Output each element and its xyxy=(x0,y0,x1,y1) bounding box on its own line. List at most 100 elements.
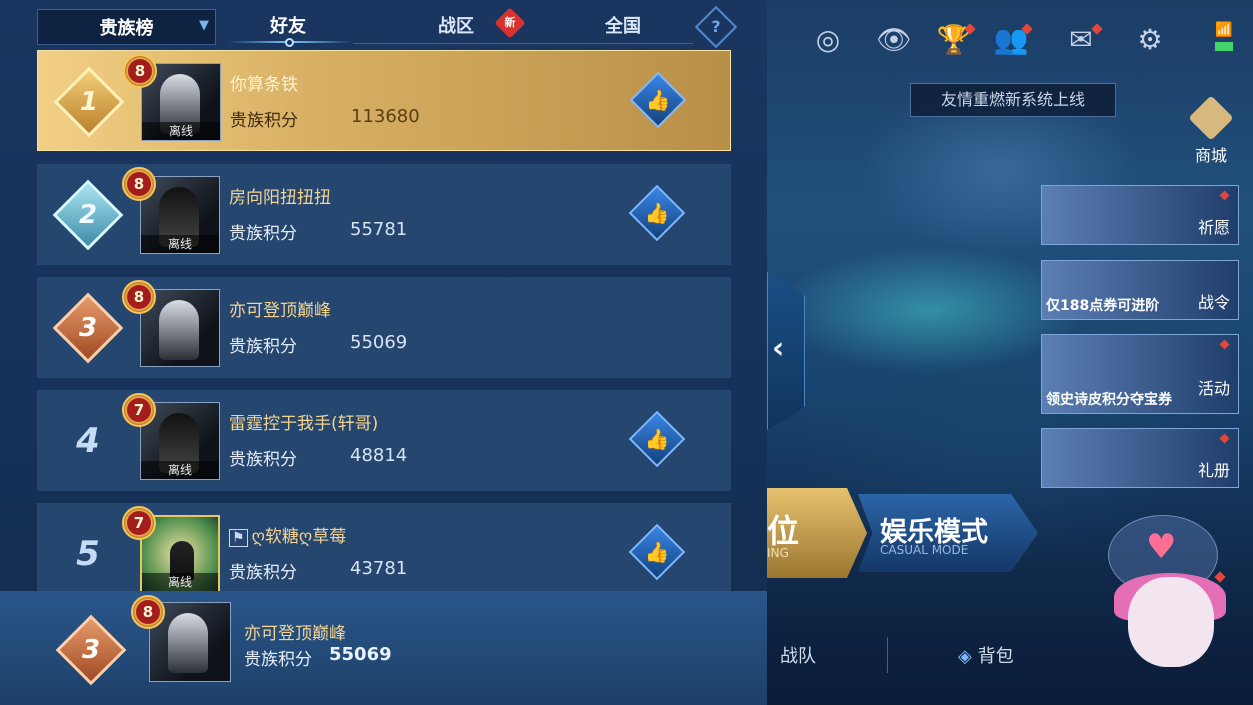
score-label: 贵族积分 xyxy=(230,111,298,131)
rank-number: 5 xyxy=(76,534,100,574)
mascot-body xyxy=(1128,577,1214,667)
player-name: 你算条铁 xyxy=(230,75,298,95)
like-icon[interactable]: 👍 xyxy=(629,71,687,129)
leaderboard-panel: 贵族榜 ▼ 好友 战区 新 全国 ? 1 离线 8 你算条铁 贵族积分 1136… xyxy=(0,0,767,705)
new-badge-text: 新 xyxy=(504,16,516,29)
leaderboard-row[interactable]: 3 8 亦可登顶巅峰 贵族积分 55069 xyxy=(37,277,731,378)
score-value: 43781 xyxy=(350,558,408,579)
score-value: 55069 xyxy=(329,644,392,665)
help-icon[interactable]: ? xyxy=(694,5,738,49)
team-nav[interactable]: 战队 xyxy=(780,642,816,668)
tab-region[interactable]: 战区 xyxy=(438,12,474,38)
event-label: 活动 xyxy=(1197,379,1230,398)
friends-icon[interactable]: 👥 xyxy=(993,22,1033,58)
player-name: 亦可登顶巅峰 xyxy=(229,301,331,321)
noble-level-badge: 8 xyxy=(122,167,156,201)
score-value: 113680 xyxy=(351,106,420,127)
offline-label: 离线 xyxy=(142,122,220,140)
like-icon[interactable]: 👍 xyxy=(628,523,686,581)
noble-level-badge: 8 xyxy=(131,595,165,629)
tab-friends[interactable]: 好友 xyxy=(270,12,306,38)
target-icon[interactable]: ◎ xyxy=(810,22,846,58)
like-icon[interactable]: 👍 xyxy=(628,184,686,242)
score-label: 贵族积分 xyxy=(229,563,297,583)
rank-number: 1 xyxy=(79,87,99,117)
status-indicators: 📶 xyxy=(1213,22,1235,56)
rank-number: 2 xyxy=(78,200,98,230)
help-text: ? xyxy=(711,17,721,36)
offline-label: 离线 xyxy=(141,461,219,479)
tab-national[interactable]: 全国 xyxy=(605,12,641,38)
backpack-nav[interactable]: ◈ 背包 xyxy=(958,642,1014,668)
rank-badge: 3 xyxy=(49,292,127,364)
leaderboard-row[interactable]: 1 离线 8 你算条铁 贵族积分 113680 👍 xyxy=(37,50,731,151)
player-name: ⚑ ღ软糖ღ草莓 xyxy=(229,522,346,547)
heart-icon: ♥ xyxy=(1146,527,1177,567)
player-name-text: ღ软糖ღ草莓 xyxy=(251,527,347,547)
eye-icon[interactable]: 👁 xyxy=(876,22,912,58)
collapse-panel-button[interactable]: ‹ xyxy=(767,272,805,430)
chevron-down-icon: ▼ xyxy=(199,18,209,33)
ranked-mode-button[interactable]: 位 ING xyxy=(767,488,867,578)
leaderboard-row[interactable]: 5 离线 7 ⚑ ღ软糖ღ草莓 贵族积分 43781 👍 xyxy=(37,503,731,604)
wish-card-label: 祈愿 xyxy=(1197,218,1230,237)
battle-pass-sub: 仅188点券可进阶 xyxy=(1046,298,1160,314)
nav-divider xyxy=(887,637,888,673)
backpack-label: 背包 xyxy=(977,646,1014,667)
event-sub: 领史诗皮积分夺宝券 xyxy=(1046,392,1172,408)
noble-level-badge: 7 xyxy=(122,393,156,427)
shop-label: 商城 xyxy=(1194,146,1227,165)
noble-level-badge: 7 xyxy=(122,506,156,540)
battle-pass-label: 战令 xyxy=(1197,293,1230,312)
wish-card[interactable]: 祈愿 xyxy=(1041,185,1239,245)
mascot-character[interactable]: ♥ xyxy=(1108,515,1228,695)
trophy-icon[interactable]: 🏆 xyxy=(936,22,976,58)
rank-number: 3 xyxy=(78,313,98,343)
score-label: 贵族积分 xyxy=(229,337,297,357)
score-label: 贵族积分 xyxy=(229,450,297,470)
offline-label: 离线 xyxy=(142,573,218,591)
rank-number: 4 xyxy=(76,421,100,461)
rank-badge: 4 xyxy=(49,405,127,477)
mail-icon[interactable]: ✉ xyxy=(1063,22,1103,58)
player-name: 房向阳扭扭扭 xyxy=(229,188,331,208)
rank-badge: 5 xyxy=(49,518,127,590)
battle-pass-card[interactable]: 仅188点券可进阶 战令 xyxy=(1041,260,1239,320)
score-label: 贵族积分 xyxy=(244,650,312,670)
wifi-icon: 📶 xyxy=(1215,22,1233,38)
score-value: 55069 xyxy=(350,332,408,353)
leaderboard-row[interactable]: 4 离线 7 雷霆控于我手(轩哥) 贵族积分 48814 👍 xyxy=(37,390,731,491)
offline-label: 离线 xyxy=(141,235,219,253)
battery-icon xyxy=(1215,42,1233,51)
casual-mode-button[interactable]: 娱乐模式 CASUAL MODE xyxy=(858,494,1038,572)
rank-badge: 1 xyxy=(50,66,128,138)
gear-icon[interactable]: ⚙ xyxy=(1132,22,1168,58)
my-rank-bar: 3 8 亦可登顶巅峰 贵族积分 55069 xyxy=(0,591,767,705)
new-badge: 新 xyxy=(494,7,526,39)
shop-button[interactable]: 商城 xyxy=(1186,95,1236,165)
noble-level-badge: 8 xyxy=(122,280,156,314)
shop-icon xyxy=(1188,95,1234,141)
leaderboard-row[interactable]: 2 离线 8 房向阳扭扭扭 贵族积分 55781 👍 xyxy=(37,164,731,265)
collapse-arrow-icon: ‹ xyxy=(772,331,785,366)
tab-active-indicator xyxy=(285,38,294,47)
score-value: 48814 xyxy=(350,445,408,466)
rank-number: 3 xyxy=(81,635,101,665)
rank-badge: 2 xyxy=(49,179,127,251)
leaderboard-type-dropdown[interactable]: 贵族榜 ▼ xyxy=(37,9,216,45)
player-name: 雷霆控于我手(轩哥) xyxy=(229,414,379,434)
player-name: 亦可登顶巅峰 xyxy=(244,624,346,644)
score-label: 贵族积分 xyxy=(229,224,297,244)
noble-level-badge: 8 xyxy=(123,54,157,88)
event-card[interactable]: 领史诗皮积分夺宝券 活动 xyxy=(1041,334,1239,414)
rank-badge: 3 xyxy=(52,614,130,686)
like-icon[interactable]: 👍 xyxy=(628,410,686,468)
score-value: 55781 xyxy=(350,219,408,240)
ranked-mode-sub: ING xyxy=(767,546,789,560)
notice-banner[interactable]: 友情重燃新系统上线 xyxy=(910,83,1116,117)
gift-card[interactable]: 礼册 xyxy=(1041,428,1239,488)
dropdown-label: 贵族榜 xyxy=(99,18,154,39)
gift-card-label: 礼册 xyxy=(1197,461,1230,480)
mascot-red-dot xyxy=(1214,571,1226,583)
backpack-icon: ◈ xyxy=(958,646,978,667)
